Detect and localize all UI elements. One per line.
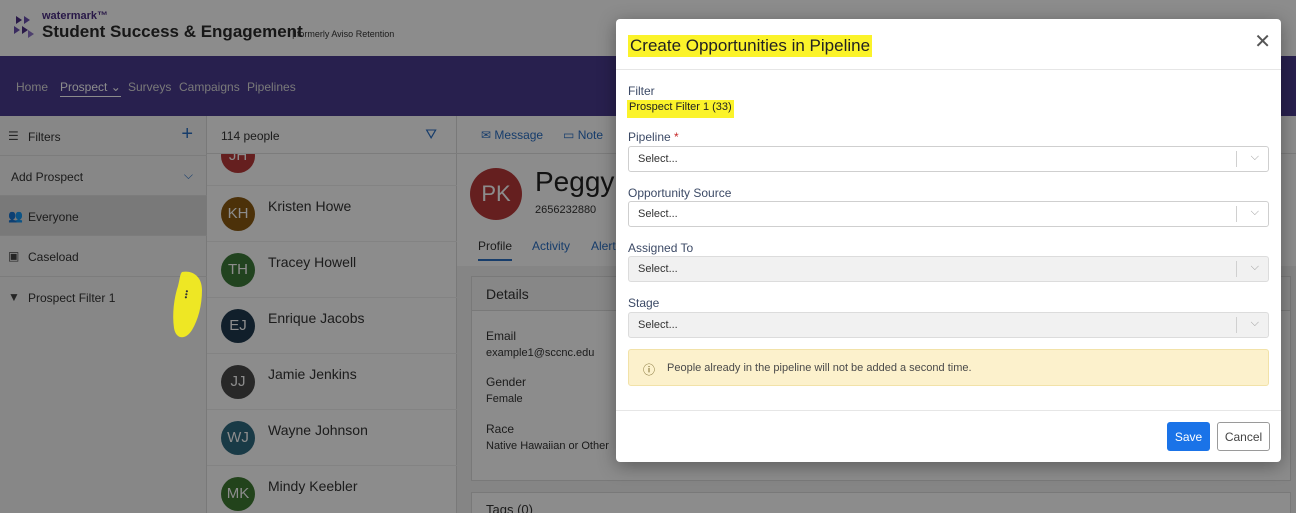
highlight-scribble: ●●● [173,271,202,338]
divider [1236,151,1237,167]
stage-select[interactable]: Select... ⌵ [628,312,1269,338]
assigned-to-select[interactable]: Select... ⌵ [628,256,1269,282]
opportunity-source-select[interactable]: Select... ⌵ [628,201,1269,227]
pipeline-notice: ⓘ People already in the pipeline will no… [628,349,1269,386]
assigned-to-label: Assigned To [628,241,694,255]
required-mark: * [674,130,679,144]
cancel-button[interactable]: Cancel [1217,422,1270,451]
chevron-down-icon[interactable]: ⌵ [1251,317,1259,330]
chevron-down-icon[interactable]: ⌵ [1251,206,1259,219]
info-icon: ⓘ [643,363,656,377]
modal-title: Create Opportunities in Pipeline [628,35,873,57]
pipeline-select[interactable]: Select... ⌵ [628,146,1269,172]
close-icon[interactable]: ✕ [1254,29,1271,54]
divider [616,410,1281,411]
create-opportunities-modal: Create Opportunities in Pipeline ✕ Filte… [616,19,1281,462]
notice-text: People already in the pipeline will not … [667,362,972,374]
chevron-down-icon[interactable]: ⌵ [1251,151,1259,164]
chevron-down-icon[interactable]: ⌵ [1251,261,1259,274]
filter-value: Prospect Filter 1 (33) [627,100,734,118]
pipeline-select-value: Select... [638,153,678,165]
stage-label: Stage [628,296,660,310]
assigned-to-value: Select... [638,263,678,275]
divider [616,69,1281,70]
pipeline-label: Pipeline * [628,130,679,144]
divider [1236,317,1237,333]
opportunity-source-label: Opportunity Source [628,186,732,200]
stage-value: Select... [638,319,678,331]
divider [1236,206,1237,222]
pipeline-label-text: Pipeline [628,130,671,144]
filter-label: Filter [628,84,655,98]
opportunity-source-value: Select... [638,208,678,220]
divider [1236,261,1237,277]
save-button[interactable]: Save [1167,422,1210,451]
